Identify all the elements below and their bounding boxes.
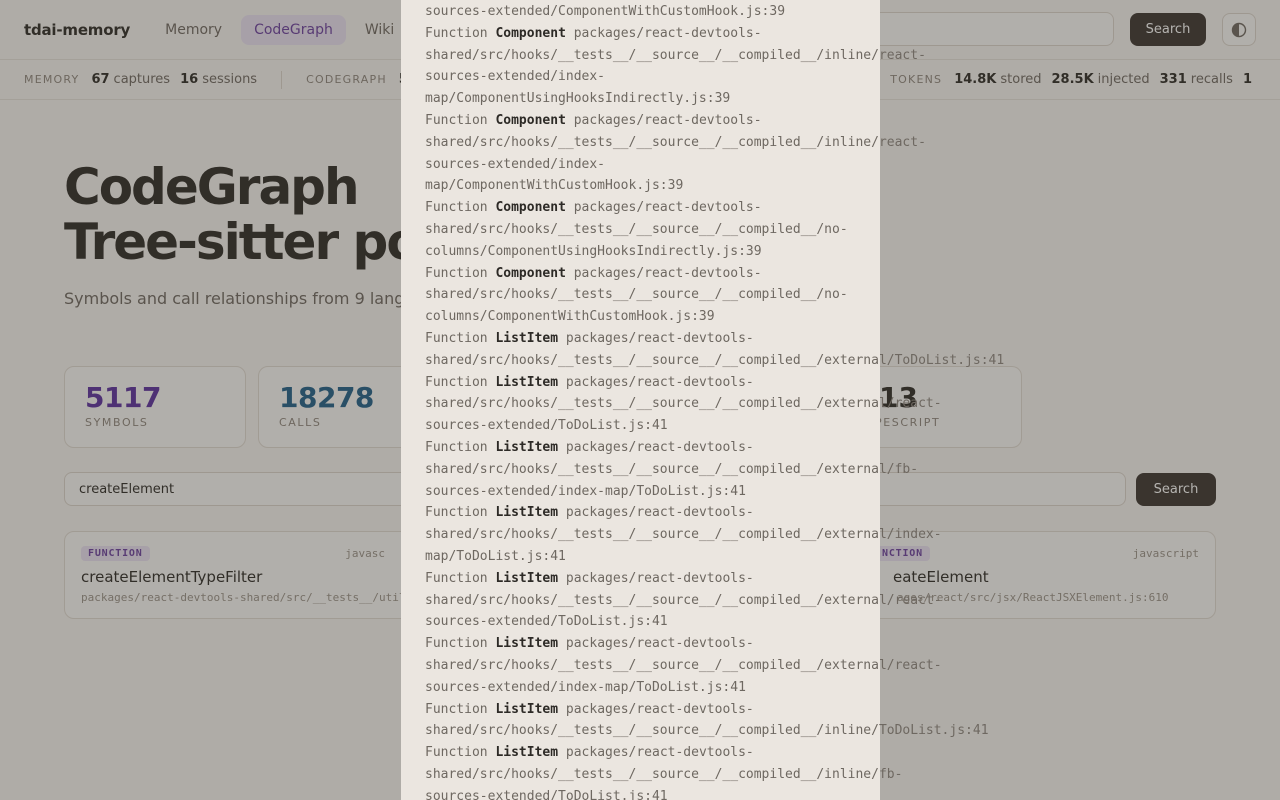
caller-list-item[interactable]: sources-extended/ComponentWithCustomHook…: [425, 1, 945, 23]
caller-list-item[interactable]: Function ListItem packages/react-devtool…: [425, 568, 945, 633]
caller-path: sources-extended/ToDoList.js:41: [425, 614, 668, 630]
caller-path: shared/src/hooks/__tests__/__source__/__…: [425, 287, 848, 303]
caller-path: packages/react-devtools-: [573, 265, 762, 281]
caller-function-name: ListItem: [495, 636, 559, 652]
caller-function-name: Component: [495, 112, 566, 128]
caller-path: columns/ComponentWithCustomHook.js:39: [425, 309, 715, 325]
caller-function-name: Component: [495, 25, 566, 41]
caller-kind: Function: [425, 265, 488, 281]
caller-path: shared/src/hooks/__tests__/__source__/__…: [425, 766, 903, 782]
caller-path: packages/react-devtools-: [565, 330, 754, 346]
caller-path: packages/react-devtools-: [565, 701, 754, 717]
caller-list-item[interactable]: Function ListItem packages/react-devtool…: [425, 742, 945, 800]
caller-list-item[interactable]: Function Component packages/react-devtoo…: [425, 197, 945, 262]
caller-path: shared/src/hooks/__tests__/__source__/__…: [425, 592, 942, 608]
caller-path: shared/src/hooks/__tests__/__source__/__…: [425, 221, 848, 237]
caller-path: shared/src/hooks/__tests__/__source__/__…: [425, 461, 919, 477]
caller-path: sources-extended/index-: [425, 156, 606, 172]
caller-function-name: ListItem: [495, 570, 559, 586]
caller-path: packages/react-devtools-: [565, 505, 754, 521]
caller-path: sources-extended/ToDoList.js:41: [425, 418, 668, 434]
caller-kind: Function: [425, 745, 488, 761]
caller-path: packages/react-devtools-: [565, 636, 754, 652]
caller-function-name: Component: [495, 200, 566, 216]
caller-kind: Function: [425, 330, 488, 346]
callers-list: sources-extended/ComponentWithCustomHook…: [425, 1, 1004, 800]
caller-path: sources-extended/index-map/ToDoList.js:4…: [425, 483, 746, 499]
caller-kind: Function: [425, 636, 488, 652]
caller-list-item[interactable]: Function ListItem packages/react-devtool…: [425, 699, 989, 743]
caller-path: sources-extended/index-map/ToDoList.js:4…: [425, 679, 746, 695]
caller-path: sources-extended/index-: [425, 69, 606, 85]
caller-list-item[interactable]: Function Component packages/react-devtoo…: [425, 23, 945, 110]
caller-path: packages/react-devtools-: [565, 439, 754, 455]
caller-path: map/ComponentWithCustomHook.js:39: [425, 178, 684, 194]
caller-path: shared/src/hooks/__tests__/__source__/__…: [425, 396, 942, 412]
caller-function-name: Component: [495, 265, 566, 281]
caller-list-item[interactable]: Function ListItem packages/react-devtool…: [425, 437, 945, 502]
caller-function-name: ListItem: [495, 439, 559, 455]
caller-list-item[interactable]: Function ListItem packages/react-devtool…: [425, 328, 1004, 372]
caller-kind: Function: [425, 112, 488, 128]
caller-kind: Function: [425, 25, 488, 41]
caller-path: map/ComponentUsingHooksIndirectly.js:39: [425, 91, 731, 107]
caller-list-item[interactable]: Function Component packages/react-devtoo…: [425, 110, 945, 197]
caller-path: shared/src/hooks/__tests__/__source__/__…: [425, 527, 942, 543]
caller-kind: Function: [425, 374, 488, 390]
caller-path: packages/react-devtools-: [565, 570, 754, 586]
caller-function-name: ListItem: [495, 505, 559, 521]
caller-path: map/ToDoList.js:41: [425, 548, 566, 564]
caller-path: columns/ComponentUsingHooksIndirectly.js…: [425, 243, 762, 259]
caller-function-name: ListItem: [495, 330, 559, 346]
caller-function-name: ListItem: [495, 745, 559, 761]
caller-kind: Function: [425, 505, 488, 521]
caller-kind: Function: [425, 701, 488, 717]
caller-path: sources-extended/ComponentWithCustomHook…: [425, 4, 786, 19]
caller-function-name: ListItem: [495, 701, 559, 717]
caller-kind: Function: [425, 200, 488, 216]
caller-function-name: ListItem: [495, 374, 559, 390]
caller-path: packages/react-devtools-: [565, 374, 754, 390]
caller-path: sources-extended/ToDoList.js:41: [425, 788, 668, 800]
callers-popup[interactable]: sources-extended/ComponentWithCustomHook…: [401, 0, 1004, 800]
caller-kind: Function: [425, 570, 488, 586]
caller-path: packages/react-devtools-: [573, 200, 762, 216]
caller-list-item[interactable]: Function ListItem packages/react-devtool…: [425, 502, 945, 567]
caller-path: packages/react-devtools-: [573, 112, 762, 128]
caller-path: shared/src/hooks/__tests__/__source__/__…: [425, 352, 1005, 368]
caller-path: shared/src/hooks/__tests__/__source__/__…: [425, 47, 926, 63]
caller-list-item[interactable]: Function ListItem packages/react-devtool…: [425, 372, 945, 437]
caller-path: shared/src/hooks/__tests__/__source__/__…: [425, 723, 989, 739]
caller-path: shared/src/hooks/__tests__/__source__/__…: [425, 657, 942, 673]
caller-kind: Function: [425, 439, 488, 455]
caller-path: shared/src/hooks/__tests__/__source__/__…: [425, 134, 926, 150]
caller-path: packages/react-devtools-: [565, 745, 754, 761]
caller-path: packages/react-devtools-: [573, 25, 762, 41]
caller-list-item[interactable]: Function Component packages/react-devtoo…: [425, 263, 945, 328]
caller-list-item[interactable]: Function ListItem packages/react-devtool…: [425, 633, 945, 698]
